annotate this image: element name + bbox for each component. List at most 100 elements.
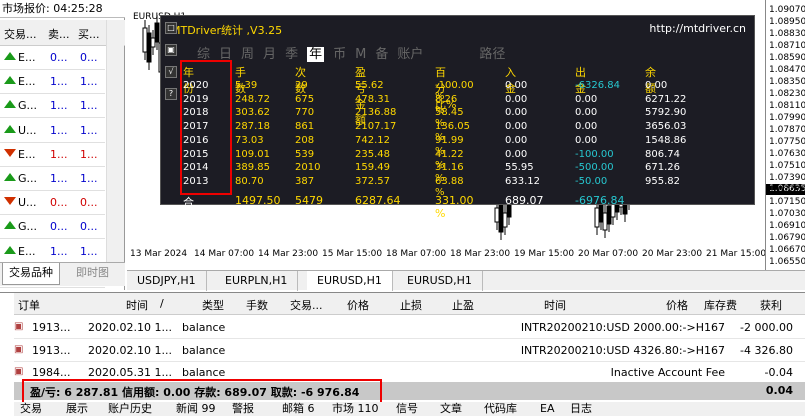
stats-cell: 80.70 xyxy=(235,175,264,187)
candle-body xyxy=(146,32,152,63)
tab-tick-chart[interactable]: 即时图 xyxy=(70,263,115,285)
toolbox-tab[interactable]: 展示 xyxy=(66,402,88,416)
col-ask[interactable]: 买... xyxy=(78,26,100,42)
history-col-header[interactable]: 时间 xyxy=(544,297,566,313)
price-tick-label: 1.07270 xyxy=(769,185,805,195)
panel-nav-item[interactable]: 备 xyxy=(375,47,388,62)
market-watch-row[interactable]: U... 1... 1... xyxy=(0,119,105,143)
history-col-header[interactable]: 止盈 xyxy=(452,297,474,313)
chart-tab[interactable]: EURUSD,H1 xyxy=(307,271,393,291)
stats-cell: 29 xyxy=(295,80,308,91)
symbol-name: E... xyxy=(18,75,36,89)
stats-cell: 2107.17 xyxy=(355,121,397,133)
toolbox-tab[interactable]: EA xyxy=(540,402,554,416)
mtdriver-stats-panel: MTDriver统计 ,V3.25 http://mtdriver.cn 综日周… xyxy=(160,15,755,225)
panel-nav-item[interactable]: M xyxy=(355,47,366,62)
panel-btn-3[interactable]: √ xyxy=(165,66,177,78)
time-tick-label: 18 Mar 23:00 xyxy=(450,249,511,259)
history-col-header[interactable]: 交易... xyxy=(290,297,323,313)
market-watch-scrollbar[interactable] xyxy=(106,20,124,286)
stats-cell: 5792.90 xyxy=(645,107,687,119)
toolbox-tab[interactable]: 文章 xyxy=(440,402,462,416)
chart-tab[interactable]: USDJPY,H1 xyxy=(127,271,207,291)
price-tick-label: 1.06670 xyxy=(769,245,805,255)
time-axis: 13 Mar 2024 14 Mar 07:00 14 Mar 23:00 15 Ma… xyxy=(127,247,767,261)
tab-symbols[interactable]: 交易品种 xyxy=(2,263,60,285)
price-tick-label: 1.08710 xyxy=(769,41,805,51)
stats-cell: 0.00 xyxy=(575,107,598,119)
stats-cell: 1548.86 xyxy=(645,134,687,146)
history-row[interactable]: ▣ 1913... 2020.02.10 1... balance INTR202002… xyxy=(14,317,805,339)
panel-nav-item[interactable]: 综 xyxy=(197,47,210,62)
panel-btn-1[interactable]: □ xyxy=(165,22,177,34)
history-col-header[interactable]: 止损 xyxy=(400,297,422,313)
stats-total-cell: 5479 xyxy=(295,194,323,207)
history-col-header[interactable]: / xyxy=(160,297,164,310)
toolbox-tab[interactable]: 市场 110 xyxy=(332,402,379,416)
history-col-header[interactable]: 类型 xyxy=(202,297,224,313)
market-watch-row[interactable]: E... 0... 0... xyxy=(0,46,105,70)
price-tick-label: 1.07990 xyxy=(769,113,805,123)
market-watch-row[interactable]: U... 0... 0... xyxy=(0,191,105,216)
panel-nav-item[interactable]: 季 xyxy=(285,47,298,62)
time-tick-label: 14 Mar 23:00 xyxy=(258,249,319,259)
stats-total-cell: 合计 xyxy=(183,196,194,225)
stats-cell: -500.00 xyxy=(575,162,614,174)
stats-total-cell: -6976.84 xyxy=(575,194,625,207)
toolbox-tab[interactable]: 警报 xyxy=(232,402,254,416)
panel-nav-item[interactable]: 账户 xyxy=(397,47,423,62)
stats-cell: 0.00 xyxy=(505,80,528,91)
candle-body xyxy=(502,212,508,228)
chart-tab[interactable]: EURPLN,H1 xyxy=(215,271,299,291)
panel-url[interactable]: http://mtdriver.cn xyxy=(649,22,746,35)
history-col-header[interactable]: 库存费 xyxy=(704,297,737,313)
history-col-header[interactable]: 手数 xyxy=(246,297,268,313)
market-watch-row[interactable]: E... 1... 1... xyxy=(0,240,105,264)
panel-nav-item[interactable]: 币 xyxy=(333,47,346,62)
stats-cell: 109.01 xyxy=(235,148,270,160)
panel-nav-item[interactable]: 月 xyxy=(263,47,276,62)
panel-nav-item[interactable]: 年 xyxy=(307,47,325,62)
toolbox-tab[interactable]: 账户历史 xyxy=(108,402,152,416)
help-icon[interactable]: ? xyxy=(165,88,177,100)
market-watch-row[interactable]: E... 1... 1... xyxy=(0,143,105,167)
toolbox-tab[interactable]: 日志 xyxy=(570,402,592,416)
col-symbol[interactable]: 交易... xyxy=(4,26,37,42)
symbol-name: G... xyxy=(18,99,38,113)
history-col-header[interactable]: 订单 xyxy=(18,297,40,313)
toolbox-tab[interactable]: 邮箱 6 xyxy=(282,402,315,416)
symbol-name: G... xyxy=(18,172,38,185)
stats-total-cell: 1497.50 xyxy=(235,194,281,207)
chart-tab[interactable]: EURUSD,H1 xyxy=(397,271,483,291)
history-col-header[interactable]: 获利 xyxy=(760,297,782,313)
toolbox-tab[interactable]: 信号 xyxy=(396,402,418,416)
market-watch-row[interactable]: G... 0... 0... xyxy=(0,215,105,240)
panel-title: MTDriver统计 ,V3.25 xyxy=(171,24,283,37)
price-tick-label: 1.08590 xyxy=(769,53,805,63)
history-col-header[interactable]: 价格 xyxy=(347,297,369,313)
market-watch-row[interactable]: E... 1... 1... xyxy=(0,70,105,95)
history-col-header[interactable]: 价格 xyxy=(666,297,688,313)
bid-value: 1... xyxy=(50,244,68,258)
history-row[interactable]: ▣ 1913... 2020.02.10 1... balance INTR202002… xyxy=(14,340,805,362)
col-bid[interactable]: 卖... xyxy=(48,26,70,42)
market-watch-row[interactable]: G... 1... 1... xyxy=(0,94,105,119)
stats-cell: 2015 xyxy=(183,148,209,160)
toolbox-tab[interactable]: 新闻 99 xyxy=(176,402,216,416)
panel-nav-item[interactable]: 路径 xyxy=(479,47,505,62)
panel-btn-2[interactable]: ▣ xyxy=(165,44,177,56)
history-col-header[interactable]: 时间 xyxy=(126,297,148,313)
bid-value: 1... xyxy=(50,123,68,137)
toolbox-tab[interactable]: 代码库 xyxy=(484,402,517,416)
toolbox-tab[interactable]: 交易 xyxy=(20,402,42,416)
panel-nav-item[interactable]: 日 xyxy=(219,47,232,62)
market-watch-row[interactable]: G... 1... 1... xyxy=(0,167,105,191)
price-tick-label: 1.06790 xyxy=(769,233,805,243)
symbol-name: E... xyxy=(18,147,36,161)
bid-value: 1... xyxy=(50,75,68,89)
panel-nav-item[interactable]: 周 xyxy=(241,47,254,62)
time-tick-label: 21 Mar 15:00 xyxy=(706,249,767,259)
bid-value: 1... xyxy=(50,99,68,113)
history-header: 订单 时间 / 类型 手数 交易... 价格 止损 止盈 时间 价格 库存费 获利 xyxy=(14,293,805,315)
stats-cell: 73.03 xyxy=(235,134,264,146)
